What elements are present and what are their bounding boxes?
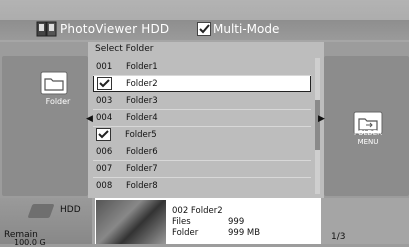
photoviewer-book-icon bbox=[36, 21, 57, 37]
info-title: 002 Folder2 bbox=[172, 206, 223, 216]
checkmark-icon bbox=[197, 22, 211, 36]
arrow-right-icon[interactable]: ▶ bbox=[318, 114, 325, 124]
scrollbar-thumb[interactable] bbox=[315, 100, 320, 150]
row-divider bbox=[93, 126, 311, 127]
item-name: Folder4 bbox=[126, 112, 158, 123]
list-item[interactable]: 008 Folder8 bbox=[93, 177, 311, 194]
item-name: Folder1 bbox=[126, 61, 158, 72]
multi-mode-toggle[interactable]: Multi-Mode bbox=[197, 22, 279, 36]
item-number: 004 bbox=[96, 112, 113, 123]
checkmark-icon bbox=[96, 128, 111, 141]
list-item[interactable]: 001 Folder1 bbox=[93, 58, 311, 75]
thumbnail-image bbox=[96, 200, 166, 244]
item-name: Folder2 bbox=[126, 78, 158, 89]
list-item[interactable]: 004 Folder4 bbox=[93, 109, 311, 126]
folder-icon[interactable] bbox=[40, 71, 68, 95]
item-number: 008 bbox=[96, 180, 113, 191]
arrow-left-icon[interactable]: ◀ bbox=[86, 114, 93, 124]
list-item[interactable]: 007 Folder7 bbox=[93, 160, 311, 177]
panel-title: Select Folder bbox=[95, 44, 154, 54]
folder-label: Folder bbox=[45, 97, 71, 106]
row-divider bbox=[93, 160, 311, 161]
item-number: 006 bbox=[96, 146, 113, 157]
item-number: 003 bbox=[96, 95, 113, 106]
list-item[interactable]: 006 Folder6 bbox=[93, 143, 311, 160]
page-indicator: 1/3 bbox=[331, 232, 346, 242]
checkmark-icon bbox=[97, 77, 112, 90]
app-title: PhotoViewer HDD bbox=[60, 22, 170, 36]
list-item[interactable]: 003 Folder3 bbox=[93, 92, 311, 109]
list-item[interactable]: Folder5 bbox=[93, 126, 311, 143]
folder-size-value: 999 MB bbox=[228, 228, 261, 238]
item-name: Folder3 bbox=[126, 95, 158, 106]
folder-menu-label: FOLDER MENU bbox=[346, 129, 390, 147]
item-number: 001 bbox=[96, 61, 113, 72]
item-number: 007 bbox=[96, 163, 113, 174]
files-label: Files bbox=[172, 217, 191, 227]
item-name: Folder8 bbox=[126, 180, 158, 191]
item-name: Folder7 bbox=[126, 163, 158, 174]
item-name: Folder5 bbox=[125, 129, 157, 140]
row-divider bbox=[93, 75, 311, 76]
row-divider bbox=[93, 177, 311, 178]
folder-menu-label-line1: FOLDER bbox=[353, 129, 383, 137]
list-item-selected[interactable]: Folder2 bbox=[93, 75, 311, 92]
remain-value: 100.0 G bbox=[14, 238, 46, 247]
folder-menu-label-line2: MENU bbox=[357, 138, 379, 146]
folder-size-label: Folder bbox=[172, 228, 199, 238]
drive-label: HDD bbox=[60, 205, 81, 215]
item-name: Folder6 bbox=[126, 146, 158, 157]
multi-mode-label: Multi-Mode bbox=[213, 22, 280, 36]
row-divider bbox=[93, 109, 311, 110]
files-value: 999 bbox=[228, 217, 245, 227]
